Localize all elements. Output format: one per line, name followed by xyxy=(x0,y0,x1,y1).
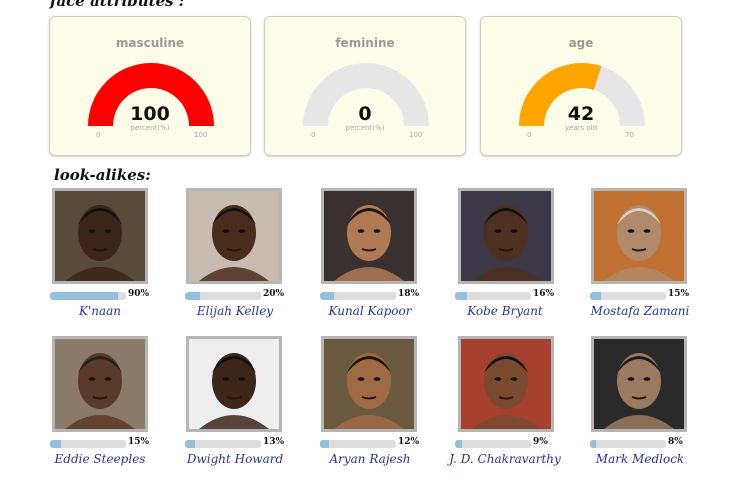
similarity-bar-fill xyxy=(590,440,597,448)
similarity-bar-fill xyxy=(50,292,119,300)
lookalike-name-link[interactable]: Eddie Steeples xyxy=(30,452,170,466)
face-photo-icon xyxy=(324,191,414,281)
similarity-percent: 16% xyxy=(533,289,555,299)
gauge-max: 70 xyxy=(625,131,634,139)
gauge-value: 0 xyxy=(358,103,372,125)
lookalike-name-link[interactable]: Kunal Kapoor xyxy=(300,304,440,318)
gauge-age: age 42 years old 0 70 xyxy=(480,16,682,156)
face-photo-icon xyxy=(461,339,551,429)
face-attributes-heading: face attributes : xyxy=(50,0,185,10)
face-photo-icon xyxy=(189,339,279,429)
lookalike-photo[interactable] xyxy=(186,188,282,284)
gauge-arc xyxy=(519,62,645,126)
similarity-bar-fill xyxy=(590,292,602,300)
lookalike-photo[interactable] xyxy=(591,336,687,432)
lookalike-photo[interactable] xyxy=(321,336,417,432)
gauge-unit: percent(%) xyxy=(130,124,170,132)
similarity-bar xyxy=(590,292,666,300)
lookalike-photo[interactable] xyxy=(186,336,282,432)
lookalike-card: 8% Mark Medlock xyxy=(590,336,710,476)
gauge-arc xyxy=(88,63,214,126)
face-photo-icon xyxy=(55,339,145,429)
lookalike-name-link[interactable]: Aryan Rajesh xyxy=(300,452,440,466)
similarity-bar xyxy=(320,292,396,300)
lookalike-name-link[interactable]: Mostafa Zamani xyxy=(570,304,710,318)
similarity-bar-fill xyxy=(50,440,62,448)
gauge-arc xyxy=(303,63,429,126)
similarity-bar xyxy=(50,440,126,448)
gauge-max: 100 xyxy=(194,131,208,139)
gauge-value: 42 xyxy=(567,103,595,125)
similarity-percent: 9% xyxy=(533,437,548,447)
lookalike-photo[interactable] xyxy=(458,336,554,432)
similarity-bar-fill xyxy=(185,440,195,448)
lookalike-card: 90% K'naan xyxy=(50,188,170,328)
gauge-unit: years old xyxy=(564,124,598,132)
similarity-percent: 8% xyxy=(668,437,683,447)
lookalike-photo[interactable] xyxy=(591,188,687,284)
similarity-bar xyxy=(185,440,261,448)
lookalike-card: 15% Eddie Steeples xyxy=(50,336,170,476)
similarity-bar-fill xyxy=(320,292,334,300)
gauge-unit: percent(%) xyxy=(345,124,385,132)
gauge-max: 100 xyxy=(409,131,423,139)
similarity-bar-fill xyxy=(455,292,468,300)
similarity-percent: 15% xyxy=(128,437,150,447)
similarity-bar-fill xyxy=(185,292,201,300)
gauge-masculine: masculine 100 percent(%) 0 100 xyxy=(49,16,251,156)
similarity-bar xyxy=(50,292,126,300)
similarity-percent: 12% xyxy=(398,437,420,447)
similarity-percent: 13% xyxy=(263,437,285,447)
lookalike-card: 9% J. D. Chakravarthy xyxy=(449,336,575,476)
similarity-bar xyxy=(455,440,531,448)
gauge-min: 0 xyxy=(311,131,316,139)
similarity-percent: 18% xyxy=(398,289,420,299)
lookalike-name-link[interactable]: Elijah Kelley xyxy=(165,304,305,318)
lookalike-card: 15% Mostafa Zamani xyxy=(590,188,710,328)
similarity-bar xyxy=(185,292,261,300)
face-photo-icon xyxy=(461,191,551,281)
lookalike-photo[interactable] xyxy=(321,188,417,284)
face-photo-icon xyxy=(594,339,684,429)
face-photo-icon xyxy=(189,191,279,281)
lookalike-name-link[interactable]: Kobe Bryant xyxy=(435,304,575,318)
similarity-percent: 90% xyxy=(128,289,150,299)
lookalike-card: 16% Kobe Bryant xyxy=(455,188,575,328)
lookalike-name-link[interactable]: Mark Medlock xyxy=(570,452,710,466)
lookalike-photo[interactable] xyxy=(52,188,148,284)
lookalike-card: 12% Aryan Rajesh xyxy=(320,336,440,476)
lookalike-card: 13% Dwight Howard xyxy=(185,336,305,476)
lookalike-name-link[interactable]: K'naan xyxy=(30,304,170,318)
lookalike-name-link[interactable]: Dwight Howard xyxy=(165,452,305,466)
lookalike-photo[interactable] xyxy=(52,336,148,432)
face-photo-icon xyxy=(594,191,684,281)
lookalike-card: 18% Kunal Kapoor xyxy=(320,188,440,328)
lookalike-name-link[interactable]: J. D. Chakravarthy xyxy=(435,452,575,466)
lookalike-card: 20% Elijah Kelley xyxy=(185,188,305,328)
face-photo-icon xyxy=(324,339,414,429)
similarity-bar xyxy=(590,440,666,448)
similarity-bar xyxy=(320,440,396,448)
gauge-feminine: feminine 0 percent(%) 0 100 xyxy=(264,16,466,156)
similarity-bar-fill xyxy=(320,440,330,448)
gauge-value: 100 xyxy=(130,103,170,125)
similarity-percent: 15% xyxy=(668,289,690,299)
lookalike-photo[interactable] xyxy=(458,188,554,284)
similarity-bar-fill xyxy=(455,440,462,448)
similarity-bar xyxy=(455,292,531,300)
look-alikes-heading: look-alikes: xyxy=(54,166,151,184)
face-photo-icon xyxy=(55,191,145,281)
gauge-min: 0 xyxy=(96,131,101,139)
similarity-percent: 20% xyxy=(263,289,285,299)
gauge-min: 0 xyxy=(527,131,532,139)
